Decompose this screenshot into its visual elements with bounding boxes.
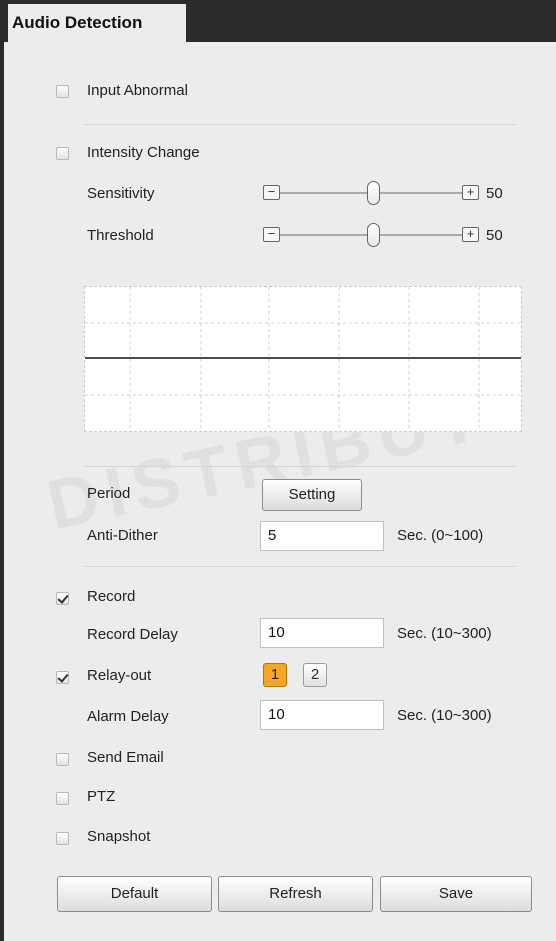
threshold-value: 50 <box>486 227 503 244</box>
sensitivity-label: Sensitivity <box>87 185 155 202</box>
plus-icon: + <box>466 226 475 241</box>
anti-dither-range: Sec. (0~100) <box>397 527 484 544</box>
ptz-label: PTZ <box>87 788 116 805</box>
send-email-label: Send Email <box>87 749 164 766</box>
panel-title: Audio Detection <box>8 4 186 42</box>
send-email-checkbox[interactable] <box>56 753 69 766</box>
divider <box>84 124 516 125</box>
threshold-decrease-button[interactable]: − <box>263 227 280 242</box>
alarm-delay-label: Alarm Delay <box>87 708 169 725</box>
intensity-change-checkbox[interactable] <box>56 147 69 160</box>
period-label: Period <box>87 485 131 502</box>
input-abnormal-checkbox[interactable] <box>56 85 69 98</box>
anti-dither-label: Anti-Dither <box>87 527 158 544</box>
relay-channel-2-button[interactable]: 2 <box>303 663 327 687</box>
save-button[interactable]: Save <box>380 876 532 912</box>
record-delay-input[interactable]: 10 <box>260 618 384 648</box>
ptz-checkbox[interactable] <box>56 792 69 805</box>
minus-icon: − <box>267 226 276 241</box>
alarm-delay-input[interactable]: 10 <box>260 700 384 730</box>
intensity-graph-svg <box>85 287 521 431</box>
period-setting-button[interactable]: Setting <box>262 479 362 511</box>
sensitivity-decrease-button[interactable]: − <box>263 185 280 200</box>
record-delay-label: Record Delay <box>87 626 178 643</box>
sensitivity-increase-button[interactable]: + <box>462 185 479 200</box>
alarm-delay-range: Sec. (10~300) <box>397 707 492 724</box>
minus-icon: − <box>267 184 276 199</box>
threshold-slider-handle[interactable] <box>367 223 380 247</box>
relay-out-checkbox[interactable] <box>56 671 69 684</box>
threshold-increase-button[interactable]: + <box>462 227 479 242</box>
anti-dither-input[interactable]: 5 <box>260 521 384 551</box>
record-label: Record <box>87 588 136 605</box>
audio-detection-panel: Audio Detection DISTRIBUT Input Abnormal… <box>0 0 556 941</box>
divider <box>84 466 516 467</box>
relay-out-label: Relay-out <box>87 667 152 684</box>
refresh-button[interactable]: Refresh <box>218 876 373 912</box>
intensity-graph <box>84 286 522 432</box>
relay-channel-1-button[interactable]: 1 <box>263 663 287 687</box>
record-delay-range: Sec. (10~300) <box>397 625 492 642</box>
default-button[interactable]: Default <box>57 876 212 912</box>
sensitivity-slider-handle[interactable] <box>367 181 380 205</box>
input-abnormal-label: Input Abnormal <box>87 82 188 99</box>
sensitivity-value: 50 <box>486 185 503 202</box>
snapshot-label: Snapshot <box>87 828 151 845</box>
title-bar: Audio Detection <box>4 0 556 42</box>
threshold-label: Threshold <box>87 227 154 244</box>
intensity-change-label: Intensity Change <box>87 144 200 161</box>
snapshot-checkbox[interactable] <box>56 832 69 845</box>
divider <box>84 566 516 567</box>
record-checkbox[interactable] <box>56 592 69 605</box>
plus-icon: + <box>466 184 475 199</box>
